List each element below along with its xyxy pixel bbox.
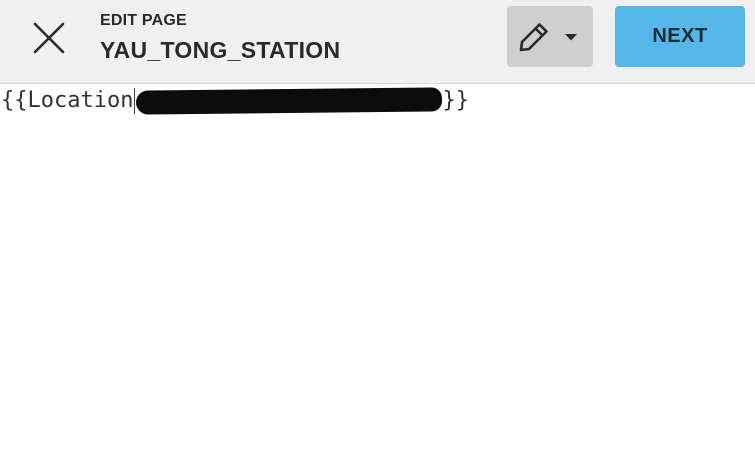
edit-page-screen: EDIT PAGE YAU_TONG_STATION NEXT {{Locati… bbox=[0, 0, 755, 462]
wikitext-editor[interactable]: {{Location}} bbox=[0, 85, 755, 462]
top-toolbar: EDIT PAGE YAU_TONG_STATION NEXT bbox=[0, 0, 755, 84]
title-block: EDIT PAGE YAU_TONG_STATION bbox=[100, 12, 340, 63]
editor-line: {{Location}} bbox=[1, 87, 469, 115]
close-icon bbox=[33, 22, 65, 54]
edit-page-kicker: EDIT PAGE bbox=[100, 12, 187, 29]
template-open-text: {{Location bbox=[1, 88, 134, 113]
pencil-icon bbox=[519, 22, 548, 51]
redaction-mark bbox=[136, 87, 443, 115]
template-close-text: }} bbox=[442, 88, 469, 113]
edit-tool-dropdown-button[interactable] bbox=[507, 6, 593, 67]
caret-down-icon bbox=[565, 33, 577, 40]
close-button[interactable] bbox=[24, 13, 74, 63]
page-title: YAU_TONG_STATION bbox=[100, 37, 341, 63]
next-button[interactable]: NEXT bbox=[615, 6, 745, 67]
